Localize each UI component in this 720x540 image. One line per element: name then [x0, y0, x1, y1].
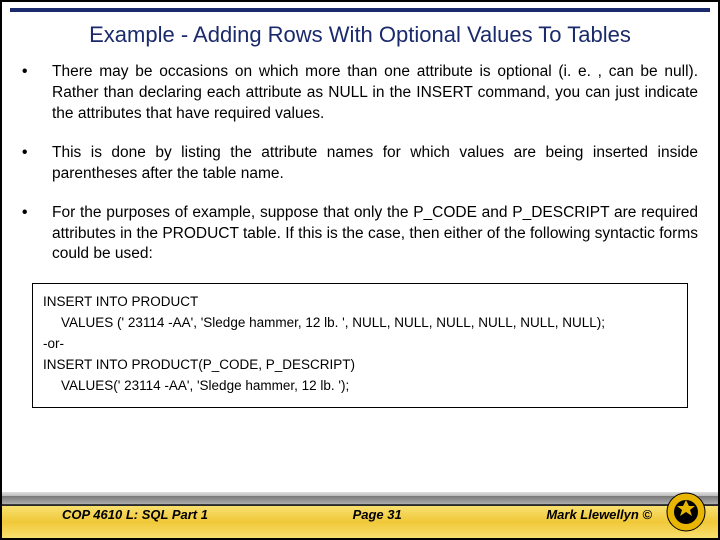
code-example-box: INSERT INTO PRODUCT VALUES (' 23114 -AA'…: [32, 283, 688, 408]
bullet-dot: •: [22, 203, 52, 266]
bullet-text: This is done by listing the attribute na…: [52, 143, 698, 185]
content-area: • There may be occasions on which more t…: [2, 62, 718, 490]
code-line: -or-: [43, 334, 677, 355]
bullet-dot: •: [22, 62, 52, 125]
code-line: VALUES(' 23114 -AA', 'Sledge hammer, 12 …: [43, 376, 677, 397]
bullet-item: • This is done by listing the attribute …: [22, 143, 698, 185]
bullet-text: For the purposes of example, suppose tha…: [52, 203, 698, 266]
bullet-item: • For the purposes of example, suppose t…: [22, 203, 698, 266]
ucf-logo-icon: [666, 492, 706, 532]
code-line: INSERT INTO PRODUCT: [43, 292, 677, 313]
bullet-text: There may be occasions on which more tha…: [52, 62, 698, 125]
slide: Example - Adding Rows With Optional Valu…: [0, 0, 720, 540]
bullet-item: • There may be occasions on which more t…: [22, 62, 698, 125]
code-line: INSERT INTO PRODUCT(P_CODE, P_DESCRIPT): [43, 355, 677, 376]
footer-page: Page 31: [208, 507, 546, 522]
slide-title: Example - Adding Rows With Optional Valu…: [2, 12, 718, 62]
code-line: VALUES (' 23114 -AA', 'Sledge hammer, 12…: [43, 313, 677, 334]
footer-right: Mark Llewellyn ©: [546, 507, 652, 522]
slide-footer: COP 4610 L: SQL Part 1 Page 31 Mark Llew…: [2, 490, 718, 538]
bullet-dot: •: [22, 143, 52, 185]
footer-left: COP 4610 L: SQL Part 1: [62, 507, 208, 522]
